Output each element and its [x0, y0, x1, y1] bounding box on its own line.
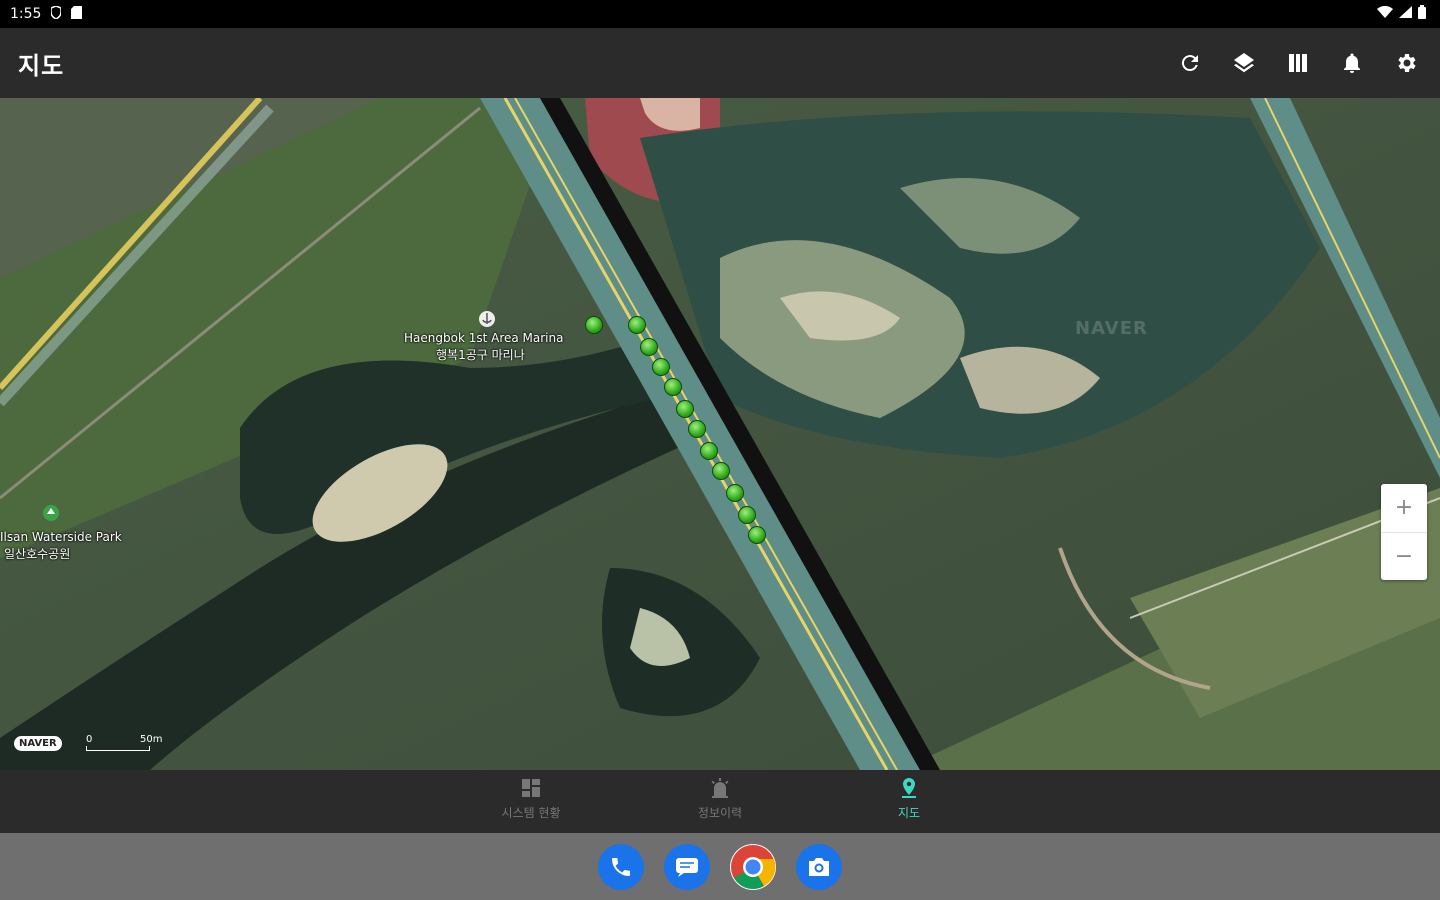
chrome-app[interactable] — [730, 843, 776, 890]
status-time: 1:55 — [10, 6, 42, 22]
layers-icon — [1234, 53, 1254, 73]
gear-icon — [1398, 54, 1416, 72]
phone-app[interactable] — [598, 843, 644, 890]
messages-app[interactable] — [664, 843, 710, 890]
alarm-icon — [711, 778, 729, 798]
sensor-marker[interactable] — [738, 506, 756, 524]
sensor-marker[interactable] — [712, 462, 730, 480]
page-title: 지도 — [18, 51, 65, 80]
sd-card-icon — [71, 5, 83, 23]
poi-marina-label-ko[interactable]: 행복1공구 마리나 — [436, 346, 525, 363]
message-icon — [676, 857, 698, 877]
wifi-icon — [1377, 5, 1393, 22]
signal-icon — [1399, 6, 1412, 22]
poi-marina-label-en[interactable]: Haengbok 1st Area Marina — [404, 331, 563, 345]
toolbar-actions — [1174, 47, 1422, 79]
dashboard-icon — [522, 779, 540, 797]
status-bar: 1:55 — [0, 0, 1440, 28]
map-icon — [1289, 54, 1307, 72]
map-view-button[interactable] — [1282, 47, 1314, 79]
zoom-in-button[interactable]: + — [1381, 484, 1427, 533]
nav-label: 시스템 현황 — [501, 806, 561, 820]
naver-logo[interactable]: NAVER — [14, 736, 62, 751]
poi-park-label-en[interactable]: Ilsan Waterside Park — [0, 530, 122, 544]
layers-button[interactable] — [1228, 47, 1260, 79]
map-watermark: NAVER — [1075, 318, 1148, 339]
sensor-marker[interactable] — [748, 526, 766, 544]
phone-icon — [612, 857, 630, 876]
sensor-marker[interactable] — [726, 484, 744, 502]
sensor-marker[interactable] — [688, 420, 706, 438]
sensor-marker[interactable] — [640, 338, 658, 356]
chrome-icon — [731, 844, 776, 889]
refresh-button[interactable] — [1174, 47, 1206, 79]
nav-item-info-history[interactable]: 정보이력 — [660, 776, 780, 821]
camera-app[interactable] — [796, 843, 842, 890]
notifications-button[interactable] — [1336, 47, 1368, 79]
map-view[interactable]: Haengbok 1st Area Marina 행복1공구 마리나 Ilsan… — [0, 98, 1440, 770]
nav-item-system-status[interactable]: 시스템 현황 — [471, 776, 591, 821]
sensor-marker[interactable] — [664, 378, 682, 396]
shield-icon — [50, 4, 63, 23]
scale-zero-label: 0 — [86, 734, 93, 745]
sensor-marker[interactable] — [628, 316, 646, 334]
zoom-control: + − — [1381, 484, 1427, 580]
bottom-navigation: 시스템 현황 정보이력 지도 — [0, 770, 1440, 833]
sensor-marker[interactable] — [676, 400, 694, 418]
battery-icon — [1418, 5, 1426, 23]
zoom-out-button[interactable]: − — [1381, 533, 1427, 581]
bell-icon — [1344, 53, 1360, 73]
marina-icon[interactable] — [478, 310, 496, 328]
launcher-dock — [0, 833, 1440, 900]
park-icon[interactable] — [42, 504, 60, 522]
poi-park-label-ko[interactable]: 일산호수공원 — [4, 545, 70, 562]
satellite-imagery — [0, 98, 1440, 770]
settings-button[interactable] — [1390, 47, 1422, 79]
sensor-marker[interactable] — [652, 358, 670, 376]
nav-label: 정보이력 — [697, 806, 743, 820]
location-pin-icon — [902, 778, 916, 798]
scale-bar — [86, 746, 150, 751]
nav-item-map[interactable]: 지도 — [849, 776, 969, 821]
refresh-icon — [1181, 55, 1198, 72]
camera-icon — [809, 857, 829, 876]
sensor-marker[interactable] — [585, 316, 603, 334]
app-bar: 지도 — [0, 28, 1440, 98]
sensor-marker[interactable] — [700, 442, 718, 460]
nav-label: 지도 — [897, 806, 921, 820]
scale-distance-label: 50m — [140, 734, 163, 745]
